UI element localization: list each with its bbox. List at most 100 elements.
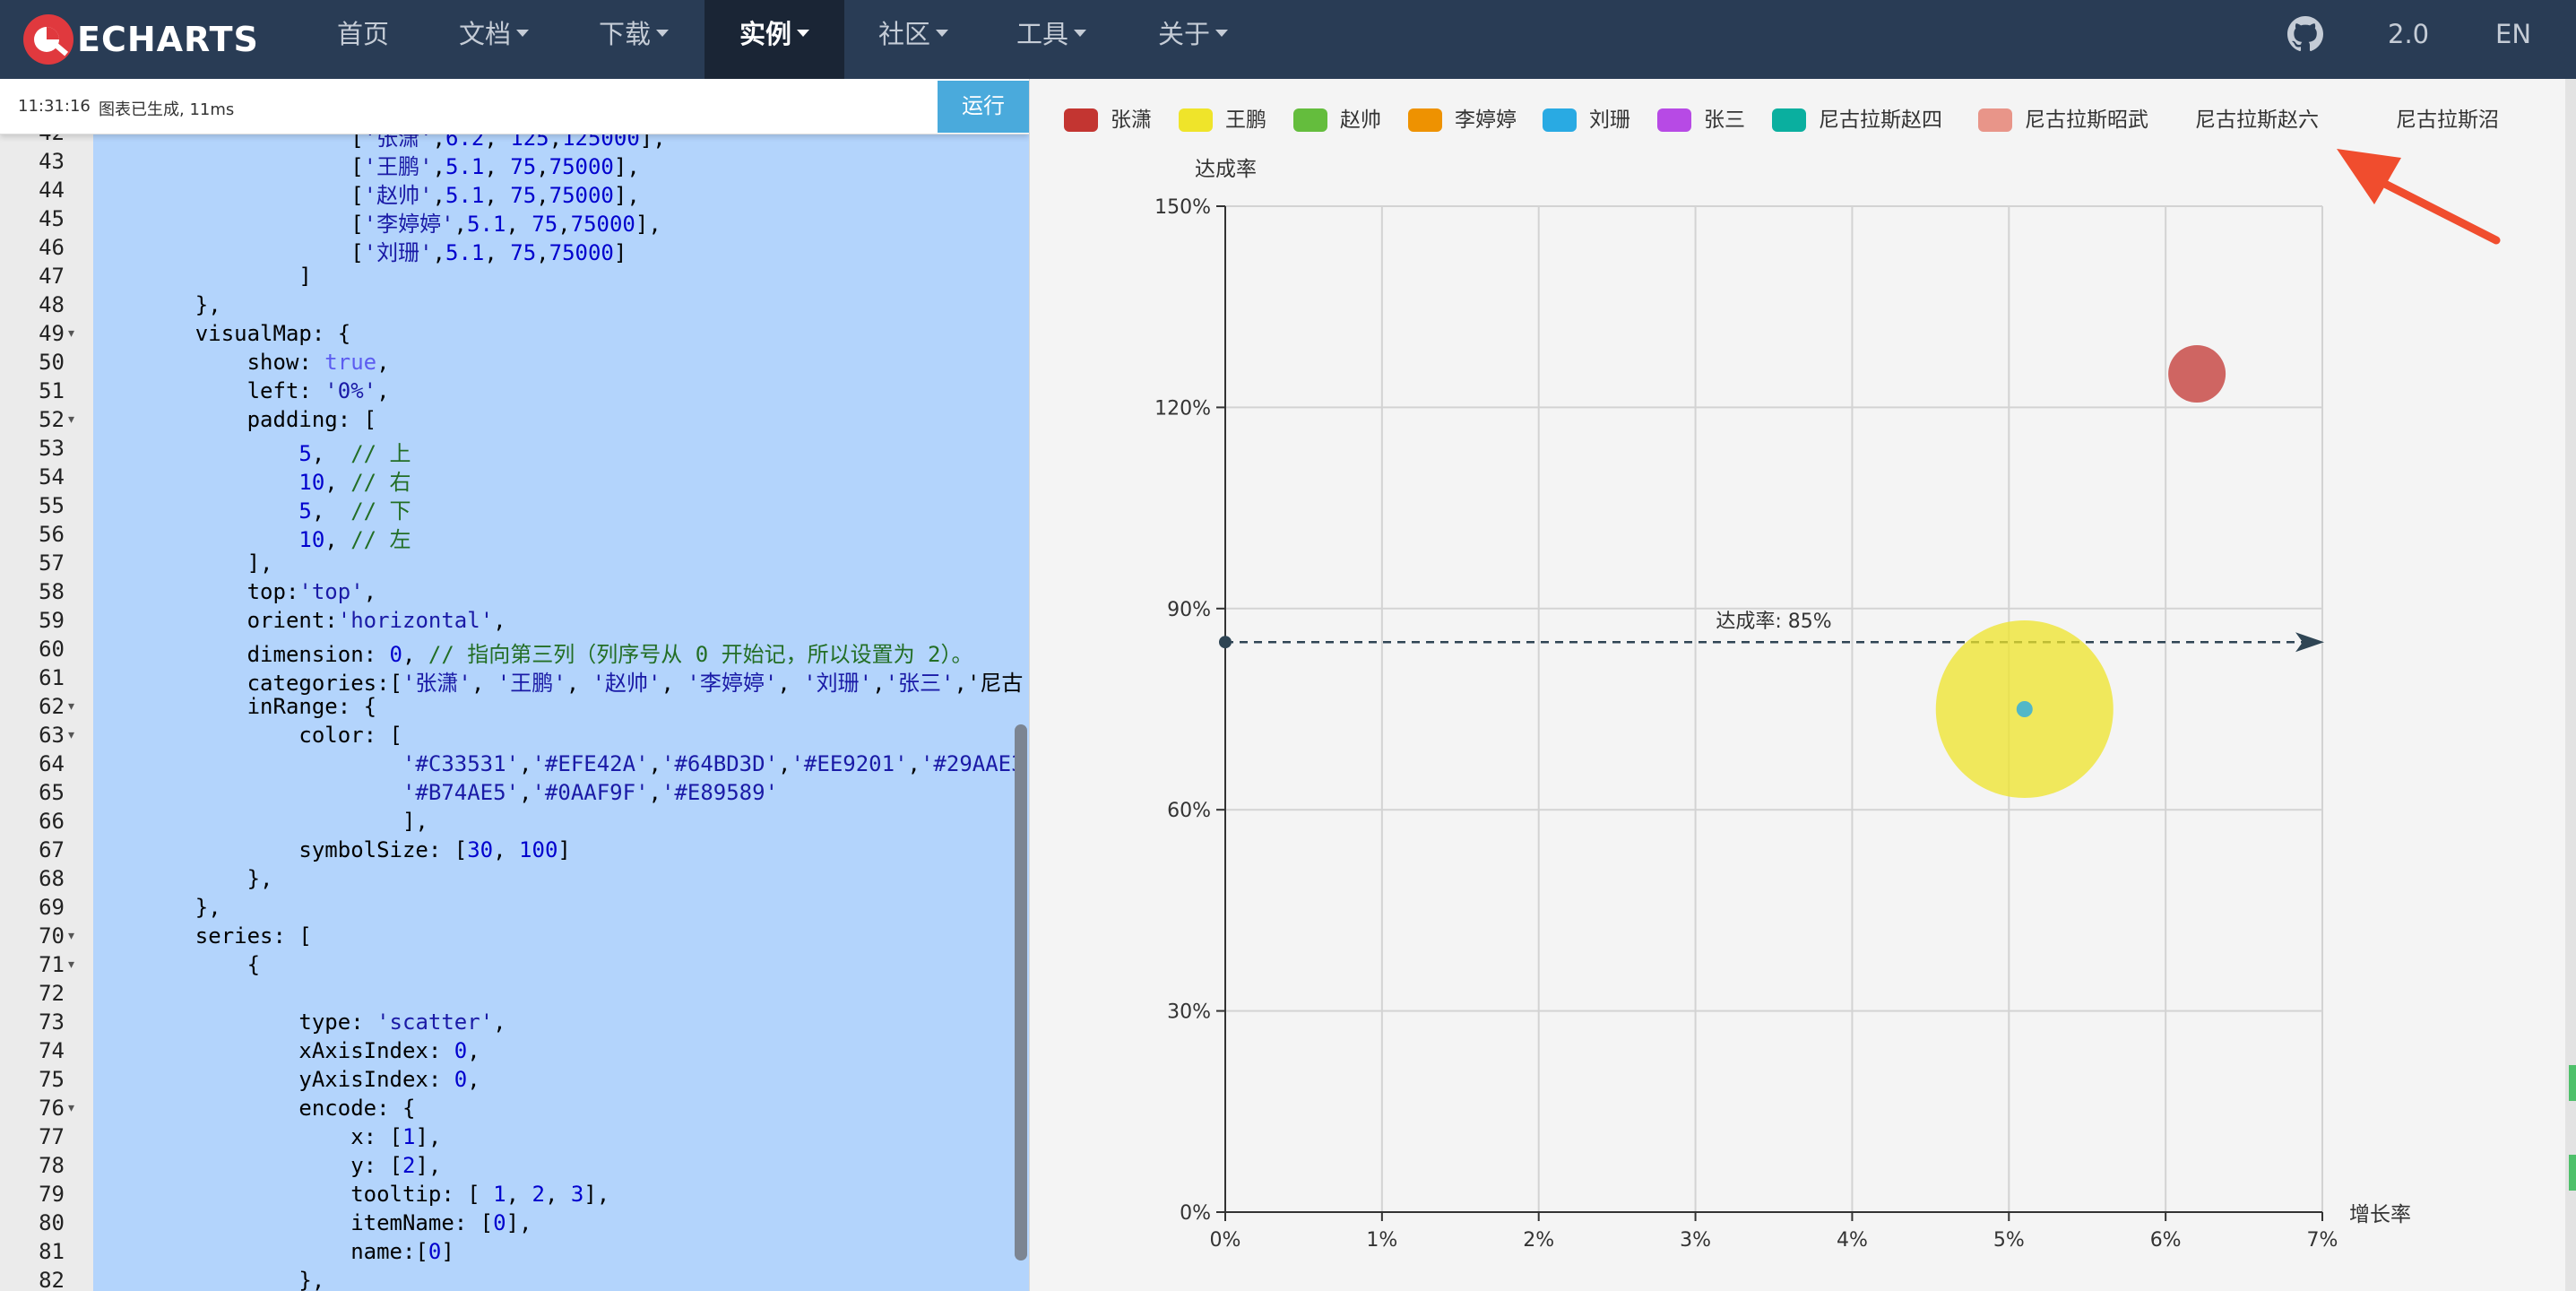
legend-item-3[interactable]: 李婷婷 <box>1408 108 1517 132</box>
line-number: 53 <box>39 436 65 461</box>
line-number: 46 <box>39 235 65 260</box>
y-axis-title: 达成率 <box>1195 158 1257 181</box>
line-number: 44 <box>39 178 65 203</box>
line-number: 79 <box>39 1182 65 1207</box>
nav-item-label: 实例 <box>739 19 791 49</box>
line-number: 65 <box>39 780 65 805</box>
line-number: 70 <box>39 923 65 949</box>
caret-down-icon <box>1074 30 1087 37</box>
mark-line-start-dot <box>1219 636 1232 649</box>
nav-item-0[interactable]: 首页 <box>337 0 389 79</box>
x-tick-label: 7% <box>2307 1229 2338 1252</box>
top-navbar: ECHARTS 首页 文档 下载 实例 社区 工具 关于 2.0 EN <box>0 0 2576 79</box>
code-line: y: [2], <box>143 1153 442 1178</box>
legend-item-4[interactable]: 刘珊 <box>1543 108 1630 132</box>
line-number: 68 <box>39 866 65 891</box>
legend-swatch <box>1543 108 1577 132</box>
code-line: top:'top', <box>143 579 377 604</box>
scatter-point-2[interactable] <box>2016 701 2033 717</box>
legend-item-1[interactable]: 王鹏 <box>1179 108 1266 132</box>
legend-item-9[interactable]: 尼古拉斯沼 <box>2396 108 2499 132</box>
legend-swatch <box>1772 108 1806 132</box>
line-number: 78 <box>39 1153 65 1178</box>
code-line: { <box>143 952 261 977</box>
code-line: type: 'scatter', <box>143 1009 506 1035</box>
nav-item-2[interactable]: 下载 <box>599 0 670 79</box>
code-line: series: [ <box>143 923 312 949</box>
fold-toggle-icon[interactable]: ▾ <box>68 699 74 714</box>
status-time: 11:31:16 <box>18 97 91 116</box>
x-tick-label: 4% <box>1837 1229 1868 1252</box>
mark-line-label: 达成率: 85% <box>1716 611 1831 633</box>
fold-toggle-icon[interactable]: ▾ <box>68 929 74 943</box>
editor-scrollbar[interactable] <box>1015 724 1027 1261</box>
line-number: 76 <box>39 1096 65 1121</box>
nav-item-6[interactable]: 关于 <box>1158 0 1229 79</box>
legend-item-8[interactable]: 尼古拉斯赵六 <box>2195 108 2319 132</box>
legend-label: 赵帅 <box>1340 108 1381 132</box>
line-number-gutter: 4243444546474849▾505152▾5354555657585960… <box>0 134 93 1291</box>
line-number: 45 <box>39 206 65 231</box>
chart-preview-pane: 张潇 王鹏 赵帅 李婷婷 刘珊 张三 尼古拉斯赵四 尼古拉斯昭武 尼古拉斯赵六 尼古拉斯沼 0% 1… <box>1029 79 2569 1291</box>
code-line: inRange: { <box>143 694 377 719</box>
legend-item-7[interactable]: 尼古拉斯昭武 <box>1978 108 2148 132</box>
fold-toggle-icon[interactable]: ▾ <box>68 728 74 742</box>
nav-item-label: 下载 <box>599 19 652 49</box>
legend-label: 张潇 <box>1111 108 1152 132</box>
line-number: 64 <box>39 751 65 776</box>
line-number: 66 <box>39 809 65 834</box>
line-number: 63 <box>39 723 65 748</box>
legend-item-6[interactable]: 尼古拉斯赵四 <box>1772 108 1942 132</box>
line-number: 61 <box>39 665 65 690</box>
legend-swatch <box>1978 108 2012 132</box>
legend-item-2[interactable]: 赵帅 <box>1293 108 1381 132</box>
fold-toggle-icon[interactable]: ▾ <box>68 957 74 972</box>
code-line: itemName: [0], <box>143 1210 532 1235</box>
code-line: color: [ <box>143 723 402 748</box>
legend-item-0[interactable]: 张潇 <box>1064 108 1152 132</box>
nav-item-label: 文档 <box>459 19 512 49</box>
legend-label: 尼古拉斯沼 <box>2396 108 2499 132</box>
x-tick-label: 5% <box>1993 1229 2025 1252</box>
line-number: 49 <box>39 321 65 346</box>
line-number: 75 <box>39 1067 65 1092</box>
language-switch[interactable]: EN <box>2495 0 2531 68</box>
fold-toggle-icon[interactable]: ▾ <box>68 1101 74 1115</box>
line-number: 51 <box>39 378 65 403</box>
version-link[interactable]: 2.0 <box>2388 0 2429 68</box>
line-number: 59 <box>39 608 65 633</box>
code-line: show: true, <box>143 350 390 375</box>
github-icon[interactable] <box>2287 16 2323 52</box>
code-line: 10, // 右 <box>298 470 411 495</box>
x-tick-label: 2% <box>1523 1229 1554 1252</box>
code-line: yAxisIndex: 0, <box>143 1067 480 1092</box>
nav-item-1[interactable]: 文档 <box>459 0 530 79</box>
code-line: ['刘珊',5.1, 75,75000] <box>143 240 627 265</box>
scatter-point-0[interactable] <box>2168 345 2226 403</box>
line-number: 52 <box>39 407 65 432</box>
nav-item-3[interactable]: 实例 <box>705 0 844 79</box>
line-number: 60 <box>39 637 65 662</box>
code-area[interactable]: ['张潇',6.2, 125,125000], ['王鹏',5.1, 75,75… <box>93 134 1029 1291</box>
caret-down-icon <box>656 30 670 37</box>
mark-line-arrow-icon <box>2295 632 2324 653</box>
legend-item-5[interactable]: 张三 <box>1657 108 1745 132</box>
fold-toggle-icon[interactable]: ▾ <box>68 412 74 427</box>
nav-item-5[interactable]: 工具 <box>1016 0 1087 79</box>
nav-item-label: 首页 <box>337 19 390 49</box>
legend-label: 王鹏 <box>1225 108 1266 132</box>
x-tick-label: 0% <box>1210 1229 1241 1252</box>
legend-swatch <box>1179 108 1213 132</box>
legend-swatch <box>1064 108 1098 132</box>
nav-item-4[interactable]: 社区 <box>878 0 949 79</box>
line-number: 82 <box>39 1268 65 1291</box>
x-tick-label: 3% <box>1680 1229 1711 1252</box>
legend-label: 尼古拉斯昭武 <box>2025 108 2148 132</box>
echarts-logo[interactable]: ECHARTS <box>22 5 259 74</box>
run-button[interactable]: 运行 <box>938 81 1029 133</box>
line-number: 50 <box>39 350 65 375</box>
code-line: tooltip: [ 1, 2, 3], <box>143 1182 610 1207</box>
echarts-logo-icon <box>22 13 75 66</box>
legend-label: 李婷婷 <box>1455 108 1517 132</box>
fold-toggle-icon[interactable]: ▾ <box>68 326 74 341</box>
